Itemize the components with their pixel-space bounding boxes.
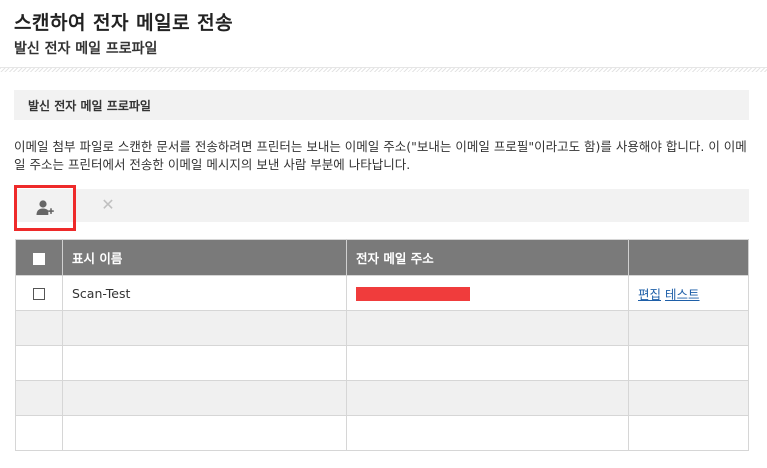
add-user-icon	[36, 200, 54, 215]
section-title: 발신 전자 메일 프로파일	[28, 99, 151, 113]
page-title: 스캔하여 전자 메일로 전송	[14, 12, 234, 34]
empty-cell	[628, 380, 749, 416]
delete-profile-button[interactable]: ✕	[99, 195, 117, 215]
empty-cell	[62, 380, 347, 416]
redacted-email	[356, 286, 470, 301]
section-header: 발신 전자 메일 프로파일	[14, 90, 749, 120]
toolbar: ✕	[14, 185, 749, 231]
column-header-actions	[628, 239, 749, 276]
empty-cell	[62, 345, 347, 381]
empty-cell	[62, 310, 347, 346]
empty-cell	[628, 345, 749, 381]
email-cell	[346, 275, 629, 311]
table-row-empty	[15, 310, 749, 346]
actions-cell: 편집 테스트	[628, 275, 749, 311]
test-link[interactable]: 테스트	[665, 287, 700, 302]
profiles-table: 표시 이름 전자 메일 주소 Scan-Test 편집 테스트	[15, 239, 749, 451]
close-icon: ✕	[101, 195, 115, 214]
empty-cell	[15, 310, 63, 346]
section-description: 이메일 첨부 파일로 스캔한 문서를 전송하려면 프린터는 보내는 이메일 주소…	[14, 139, 747, 172]
empty-cell	[15, 380, 63, 416]
header-divider	[0, 67, 767, 72]
table-header-row: 표시 이름 전자 메일 주소	[15, 239, 749, 276]
column-header-display-name[interactable]: 표시 이름	[62, 239, 347, 276]
display-name-cell: Scan-Test	[62, 275, 347, 311]
table-row-empty	[15, 380, 749, 416]
empty-cell	[15, 345, 63, 381]
table-row-empty	[15, 415, 749, 451]
page-header: 스캔하여 전자 메일로 전송 발신 전자 메일 프로파일	[0, 0, 767, 68]
table-row-empty	[15, 345, 749, 381]
column-header-email[interactable]: 전자 메일 주소	[346, 239, 629, 276]
empty-cell	[346, 345, 629, 381]
empty-cell	[15, 415, 63, 451]
table-row[interactable]: Scan-Test 편집 테스트	[15, 275, 749, 311]
add-profile-button[interactable]	[14, 185, 76, 231]
empty-cell	[346, 380, 629, 416]
select-all-cell	[15, 239, 63, 276]
empty-cell	[628, 310, 749, 346]
row-checkbox[interactable]	[33, 288, 45, 300]
row-checkbox-cell	[15, 275, 63, 311]
empty-cell	[628, 415, 749, 451]
empty-cell	[346, 415, 629, 451]
empty-cell	[62, 415, 347, 451]
select-all-checkbox[interactable]	[33, 252, 45, 265]
edit-link[interactable]: 편집	[638, 287, 661, 302]
empty-cell	[346, 310, 629, 346]
page-subtitle: 발신 전자 메일 프로파일	[14, 41, 158, 57]
